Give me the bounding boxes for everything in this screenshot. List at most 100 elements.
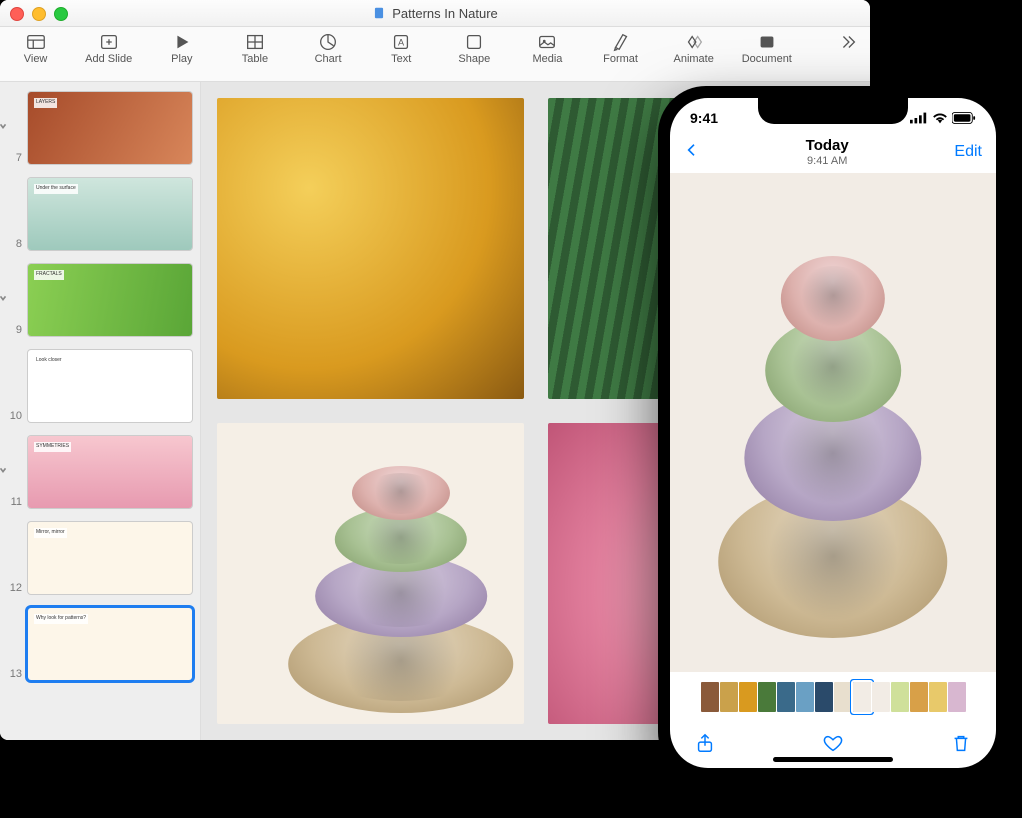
iphone-screen: 9:41 Today 9:41 AM Edit bbox=[670, 98, 996, 768]
slide-number: 9 bbox=[4, 324, 22, 336]
slide-title: SYMMETRIES bbox=[34, 442, 71, 452]
slide-number: 8 bbox=[4, 238, 22, 250]
iphone-notch bbox=[758, 98, 908, 124]
filmstrip-thumb[interactable] bbox=[720, 682, 738, 712]
slide-number: 11 bbox=[4, 496, 22, 508]
slide-thumbnail-7[interactable]: 7 LAYERS bbox=[0, 88, 200, 174]
play-button[interactable]: Play bbox=[156, 31, 207, 65]
traffic-lights bbox=[10, 7, 68, 21]
disclosure-chevron-icon[interactable] bbox=[0, 462, 8, 480]
format-icon bbox=[610, 31, 632, 53]
filmstrip-thumb[interactable] bbox=[758, 682, 776, 712]
view-button[interactable]: View bbox=[10, 31, 61, 65]
heart-icon bbox=[822, 732, 844, 754]
disclosure-chevron-icon[interactable] bbox=[0, 118, 8, 136]
play-icon bbox=[171, 31, 193, 53]
table-icon bbox=[244, 31, 266, 53]
media-button[interactable]: Media bbox=[522, 31, 573, 65]
svg-text:A: A bbox=[398, 38, 405, 48]
slide-thumbnail-9[interactable]: 9 FRACTALS bbox=[0, 260, 200, 346]
minimize-button[interactable] bbox=[32, 7, 46, 21]
disclosure-chevron-icon[interactable] bbox=[0, 290, 8, 308]
slide-thumbnail-8[interactable]: 8 Under the surface bbox=[0, 174, 200, 260]
filmstrip-thumb[interactable] bbox=[777, 682, 795, 712]
add-slide-button[interactable]: Add Slide bbox=[83, 31, 134, 65]
slide-thumb: Look closer bbox=[28, 350, 192, 422]
status-icons bbox=[910, 112, 976, 124]
slide-thumb: LAYERS bbox=[28, 92, 192, 164]
photos-title: Today 9:41 AM bbox=[806, 138, 849, 167]
slide-title: LAYERS bbox=[34, 98, 57, 108]
home-indicator[interactable] bbox=[773, 757, 893, 762]
trash-icon bbox=[950, 732, 972, 754]
filmstrip-thumb[interactable] bbox=[796, 682, 814, 712]
filmstrip-thumb[interactable] bbox=[929, 682, 947, 712]
chevron-right-double-icon bbox=[837, 31, 859, 53]
slide-number: 12 bbox=[4, 582, 22, 594]
slide-thumb: FRACTALS bbox=[28, 264, 192, 336]
chart-icon bbox=[317, 31, 339, 53]
slide-thumb: Mirror, mirror bbox=[28, 522, 192, 594]
photo-viewer[interactable] bbox=[670, 173, 996, 672]
slide-navigator[interactable]: 7 LAYERS 8 Under the surface 9 FRACTALS 10 Look… bbox=[0, 82, 201, 740]
document-icon bbox=[372, 6, 386, 20]
document-button[interactable]: Document bbox=[741, 31, 792, 65]
media-icon bbox=[536, 31, 558, 53]
filmstrip-thumb[interactable] bbox=[891, 682, 909, 712]
titlebar: Patterns In Nature bbox=[0, 0, 870, 27]
slide-title: Look closer bbox=[34, 356, 64, 366]
filmstrip-thumb[interactable] bbox=[910, 682, 928, 712]
toolbar: View Add Slide Play Table Chart A Text S… bbox=[0, 27, 870, 82]
view-icon bbox=[25, 31, 47, 53]
canvas-image-honeycomb[interactable] bbox=[217, 98, 524, 399]
slide-thumbnail-10[interactable]: 10 Look closer bbox=[0, 346, 200, 432]
slide-number: 7 bbox=[4, 152, 22, 164]
slide-thumbnail-12[interactable]: 12 Mirror, mirror bbox=[0, 518, 200, 604]
photos-header: Today 9:41 AM Edit bbox=[670, 138, 996, 173]
slide-title: Mirror, mirror bbox=[34, 528, 67, 538]
iphone-device: 9:41 Today 9:41 AM Edit bbox=[658, 86, 1008, 780]
filmstrip-thumb[interactable] bbox=[853, 682, 871, 712]
filmstrip-thumb[interactable] bbox=[872, 682, 890, 712]
slide-number: 10 bbox=[4, 410, 22, 422]
shape-icon bbox=[463, 31, 485, 53]
cellular-icon bbox=[910, 112, 928, 124]
filmstrip-thumb[interactable] bbox=[815, 682, 833, 712]
back-button[interactable] bbox=[684, 140, 700, 165]
wifi-icon bbox=[932, 112, 948, 124]
urchin-stack-photo bbox=[703, 198, 964, 647]
share-button[interactable] bbox=[694, 732, 716, 759]
text-button[interactable]: A Text bbox=[376, 31, 427, 65]
fullscreen-button[interactable] bbox=[54, 7, 68, 21]
filmstrip-thumb[interactable] bbox=[701, 682, 719, 712]
format-button[interactable]: Format bbox=[595, 31, 646, 65]
slide-thumbnail-11[interactable]: 11 SYMMETRIES bbox=[0, 432, 200, 518]
favorite-button[interactable] bbox=[822, 732, 844, 759]
slide-thumbnail-13[interactable]: 13 Why look for patterns? bbox=[0, 604, 200, 690]
slide-title: FRACTALS bbox=[34, 270, 64, 280]
status-time: 9:41 bbox=[690, 110, 718, 126]
add-slide-icon bbox=[98, 31, 120, 53]
close-button[interactable] bbox=[10, 7, 24, 21]
slide-thumb: Why look for patterns? bbox=[28, 608, 192, 680]
slide-thumb: SYMMETRIES bbox=[28, 436, 192, 508]
window-title: Patterns In Nature bbox=[372, 6, 498, 21]
battery-icon bbox=[952, 112, 976, 124]
edit-button[interactable]: Edit bbox=[954, 143, 982, 161]
filmstrip-thumb[interactable] bbox=[834, 682, 852, 712]
filmstrip-thumb[interactable] bbox=[948, 682, 966, 712]
photo-filmstrip[interactable] bbox=[670, 672, 996, 722]
filmstrip-thumb[interactable] bbox=[739, 682, 757, 712]
slide-number: 13 bbox=[4, 668, 22, 680]
animate-icon bbox=[683, 31, 705, 53]
delete-button[interactable] bbox=[950, 732, 972, 759]
document-icon bbox=[756, 31, 778, 53]
chart-button[interactable]: Chart bbox=[303, 31, 354, 65]
canvas-image-urchin-stack[interactable] bbox=[217, 423, 524, 724]
slide-title: Under the surface bbox=[34, 184, 78, 194]
share-icon bbox=[694, 732, 716, 754]
animate-button[interactable]: Animate bbox=[668, 31, 719, 65]
table-button[interactable]: Table bbox=[229, 31, 280, 65]
shape-button[interactable]: Shape bbox=[449, 31, 500, 65]
toolbar-overflow-button[interactable] bbox=[836, 31, 860, 53]
